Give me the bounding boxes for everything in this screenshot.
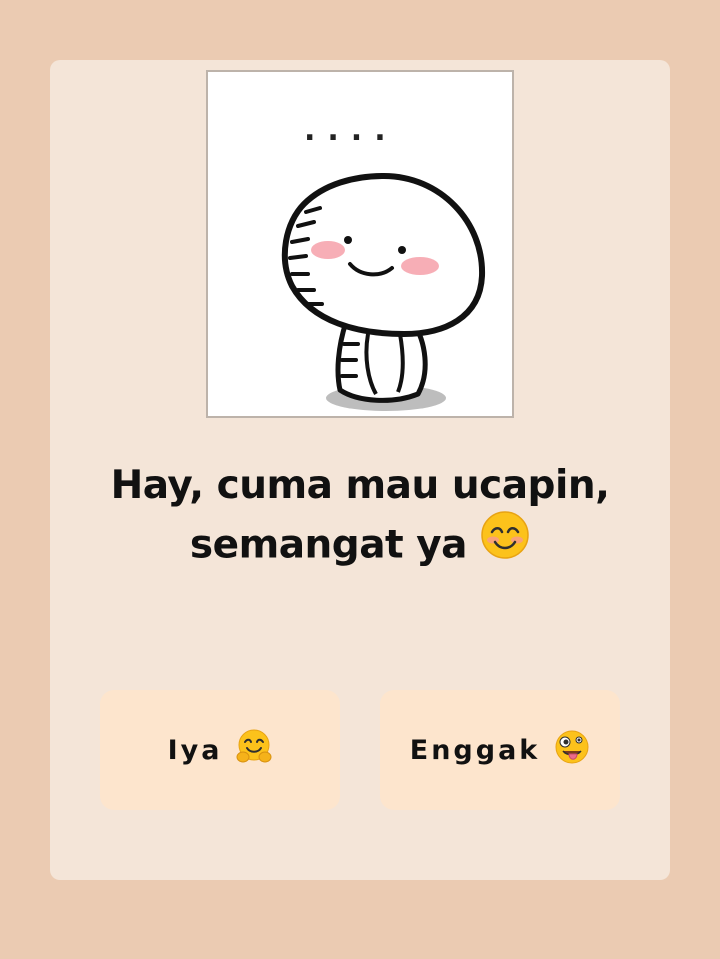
greeting-line-2-text: semangat ya (189, 522, 468, 568)
yes-button[interactable]: Iya (100, 690, 340, 810)
sticker-caption: .... (304, 113, 398, 148)
no-button-label: Enggak (409, 734, 541, 766)
greeting-line-1: Hay, cuma mau ucapin, (110, 463, 610, 508)
greeting-message: Hay, cuma mau ucapin, semangat ya (70, 458, 650, 580)
yes-button-label: Iya (167, 734, 223, 766)
zany-face-icon (554, 729, 590, 772)
no-button[interactable]: Enggak (380, 690, 620, 810)
sticker-image-frame: .... (206, 70, 514, 418)
sticker-blush (401, 257, 439, 275)
sticker-eye (398, 246, 406, 254)
hugging-face-icon (236, 729, 272, 772)
sticker-illustration: .... (281, 113, 486, 411)
greeting-line-2: semangat ya (70, 511, 650, 580)
sticker-eye (344, 236, 352, 244)
smiling-face-icon (480, 510, 530, 576)
sticker-blush (311, 241, 345, 259)
card: .... Hay, cuma mau ucapin, semangat ya I… (50, 60, 670, 880)
